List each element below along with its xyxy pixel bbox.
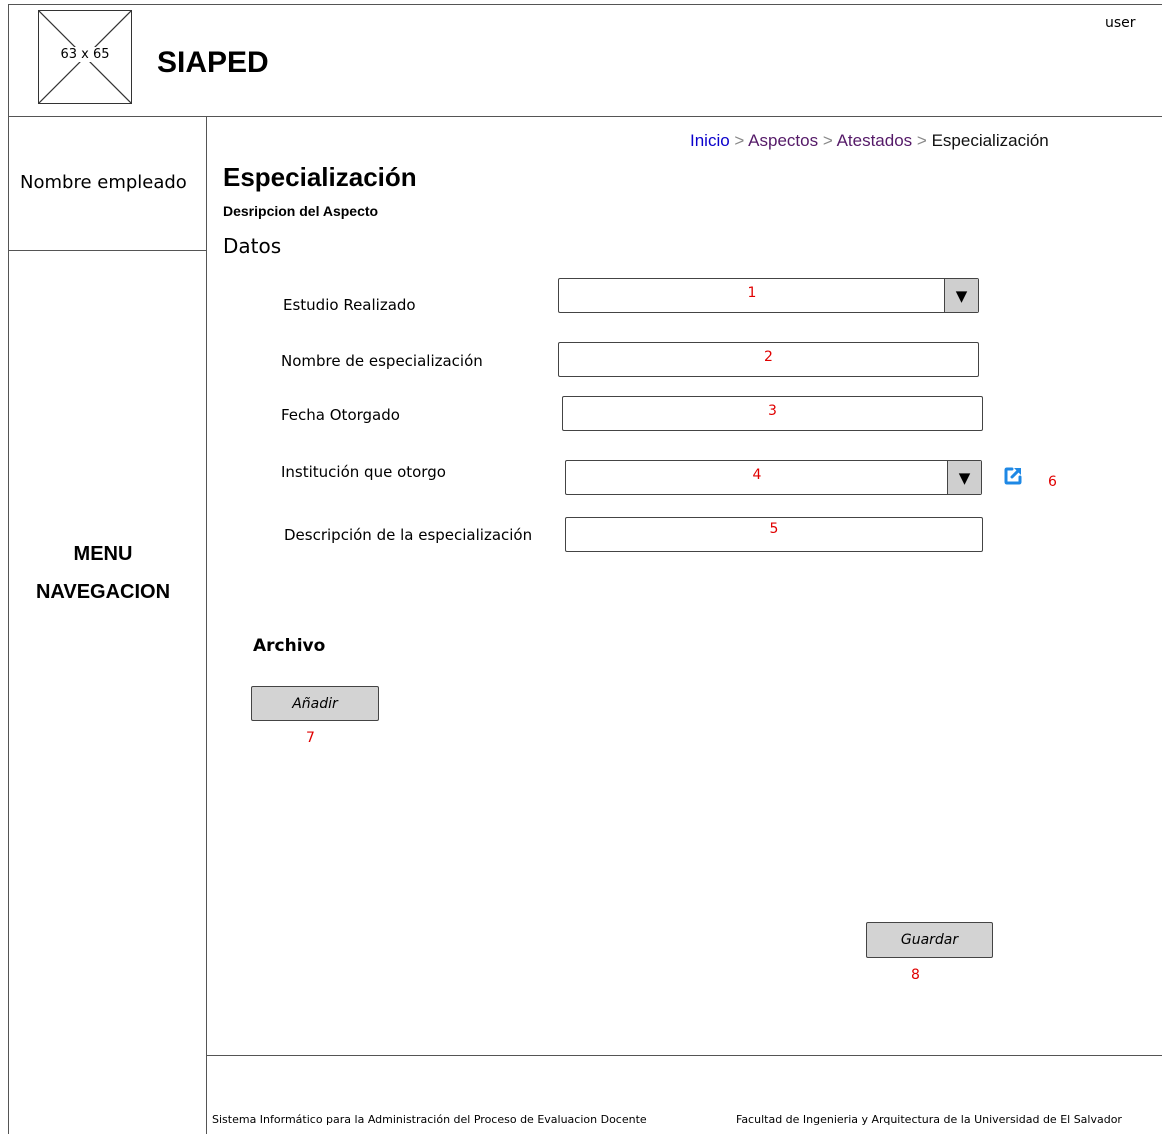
- breadcrumb-inicio[interactable]: Inicio: [690, 131, 730, 150]
- external-link-marker: 6: [1048, 474, 1057, 490]
- estudio-realizado-select[interactable]: 1 ▼: [558, 278, 979, 313]
- employee-name: Nombre empleado: [20, 172, 187, 193]
- institucion-select[interactable]: 4 ▼: [565, 460, 982, 495]
- save-marker: 8: [911, 967, 920, 983]
- page-subtitle: Desripcion del Aspecto: [223, 203, 379, 219]
- header-bottom-border: [8, 116, 1162, 117]
- field-marker: 1: [747, 285, 757, 301]
- field-marker: 5: [769, 521, 779, 537]
- footer-left-text: Sistema Informático para la Administraci…: [212, 1113, 647, 1126]
- chevron-down-icon[interactable]: ▼: [947, 461, 981, 494]
- field-label-estudio: Estudio Realizado: [283, 296, 416, 314]
- field-marker: 2: [764, 349, 773, 365]
- header-top-border: [8, 4, 1162, 5]
- sidebar-employee-divider: [8, 250, 206, 251]
- logo-size-label: 63 x 65: [58, 47, 112, 62]
- add-file-marker: 7: [306, 730, 315, 746]
- footer-left-border: [206, 1055, 207, 1134]
- descripcion-input[interactable]: 5: [565, 517, 983, 552]
- user-menu[interactable]: user: [1105, 15, 1136, 31]
- menu-label-line2: NAVEGACION: [35, 581, 171, 603]
- footer-right-text: Facultad de Ingenieria y Arquitectura de…: [736, 1113, 1122, 1126]
- breadcrumb-current: Especialización: [931, 131, 1049, 150]
- archivo-title: Archivo: [253, 636, 326, 656]
- logo-placeholder: 63 x 65: [38, 10, 132, 104]
- menu-label-line1: MENU: [73, 543, 133, 565]
- app-title: SIAPED: [157, 46, 269, 79]
- breadcrumb-separator: >: [916, 131, 927, 150]
- chevron-down-icon[interactable]: ▼: [944, 279, 978, 312]
- footer-top-border: [206, 1055, 1162, 1056]
- breadcrumb-atestados[interactable]: Atestados: [837, 131, 913, 150]
- breadcrumb-separator: >: [734, 131, 745, 150]
- add-file-button-label: Añadir: [292, 695, 338, 712]
- sidebar-divider: [206, 116, 207, 1056]
- section-title-datos: Datos: [223, 234, 282, 258]
- save-button[interactable]: Guardar: [866, 922, 993, 958]
- field-label-fecha: Fecha Otorgado: [281, 406, 400, 424]
- field-marker: 3: [768, 403, 777, 419]
- field-label-nombre-especializacion: Nombre de especialización: [281, 352, 483, 370]
- breadcrumb-aspectos[interactable]: Aspectos: [748, 131, 818, 150]
- page-title: Especialización: [223, 162, 417, 192]
- navigation-menu[interactable]: MENU NAVEGACION: [0, 535, 206, 611]
- field-label-descripcion: Descripción de la especialización: [284, 526, 533, 544]
- breadcrumb: Inicio > Aspectos > Atestados > Especial…: [690, 131, 1049, 151]
- field-marker: 4: [752, 467, 762, 483]
- nombre-especializacion-input[interactable]: 2: [558, 342, 979, 377]
- fecha-otorgado-input[interactable]: 3: [562, 396, 983, 431]
- external-link-icon[interactable]: [1003, 466, 1023, 486]
- field-label-institucion: Institución que otorgo: [281, 463, 446, 481]
- save-button-label: Guardar: [900, 932, 959, 948]
- breadcrumb-separator: >: [822, 131, 833, 150]
- add-file-button[interactable]: Añadir: [251, 686, 379, 721]
